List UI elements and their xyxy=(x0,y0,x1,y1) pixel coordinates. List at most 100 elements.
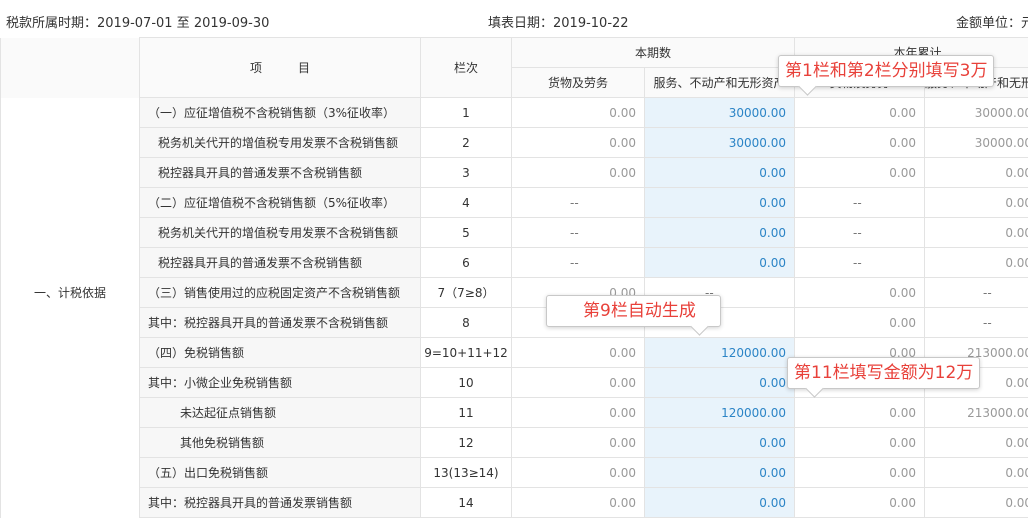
cell-goods-ytd: 0.00 xyxy=(794,127,926,158)
cell-services-ytd: 30000.00 xyxy=(924,127,1028,158)
table-row: 未达起征点销售额 11 0.00 120000.00 0.00 213000.00 xyxy=(0,397,1028,428)
section-cell xyxy=(0,217,140,248)
cell-services[interactable]: 0.00 xyxy=(643,217,796,248)
row-lane: 12 xyxy=(420,427,512,458)
cell-goods: 0.00 xyxy=(511,397,645,428)
row-lane: 8 xyxy=(420,307,512,338)
cell-services-ytd: 0.00 xyxy=(924,487,1028,518)
section-cell xyxy=(0,247,140,278)
table-row: （一）应征增值税不含税销售额（3%征收率） 1 0.00 30000.00 0.00 30… xyxy=(0,97,1028,128)
row-lane: 9=10+11+12 xyxy=(420,337,512,368)
cell-services[interactable]: 30000.00 xyxy=(643,127,796,158)
cell-services-ytd: -- xyxy=(924,307,1028,338)
header-lane: 栏次 xyxy=(420,37,512,98)
cell-services[interactable]: 120000.00 xyxy=(643,337,796,368)
cell-goods-ytd: 0.00 xyxy=(794,427,926,458)
table-row: 税控器具开具的普通发票不含税销售额30.000.000.000.00 xyxy=(0,157,1028,188)
row-item-label: 税控器具开具的普通发票不含税销售额 xyxy=(139,247,421,278)
section-cell xyxy=(0,157,140,188)
row-item-label: 税务机关代开的增值税专用发票不含税销售额 xyxy=(139,217,421,248)
amount-unit: 金额单位：元 xyxy=(956,16,1028,31)
cell-services-ytd: 213000.00 xyxy=(924,397,1028,428)
cell-services-ytd: 0.00 xyxy=(924,157,1028,188)
cell-goods: 0.00 xyxy=(511,337,645,368)
cell-services[interactable]: 0.00 xyxy=(643,487,796,518)
row-lane: 3 xyxy=(420,157,512,188)
cell-services-ytd: 0.00 xyxy=(924,187,1028,218)
cell-services-ytd: 0.00 xyxy=(924,457,1028,488)
cell-goods-ytd: -- xyxy=(794,247,926,278)
row-item-label: （四）免税销售额 xyxy=(139,337,421,368)
cell-goods-ytd: 0.00 xyxy=(794,97,926,128)
section-cell xyxy=(0,97,140,128)
cell-goods: -- xyxy=(511,217,645,248)
section-cell xyxy=(0,427,140,458)
cell-services[interactable]: 120000.00 xyxy=(643,397,796,428)
section-cell xyxy=(0,397,140,428)
callout-line11: 第11栏填写金额为12万 xyxy=(787,357,981,398)
row-item-label: 税务机关代开的增值税专用发票不含税销售额 xyxy=(139,127,421,158)
section-cell xyxy=(0,487,140,518)
cell-services[interactable]: 0.00 xyxy=(643,457,796,488)
cell-goods: 0.00 xyxy=(511,427,645,458)
cell-goods: 0.00 xyxy=(511,127,645,158)
cell-services-ytd: 30000.00 xyxy=(924,97,1028,128)
cell-services-ytd: 0.00 xyxy=(924,217,1028,248)
callout-line1-2: 第1栏和第2栏分别填写3万 xyxy=(778,55,995,96)
cell-goods: -- xyxy=(511,247,645,278)
callout-text: 第1栏和第2栏分别填写3万 xyxy=(785,61,988,81)
row-lane: 7（7≥8） xyxy=(420,277,512,308)
callout-text: 第11栏填写金额为12万 xyxy=(794,363,974,383)
cell-goods-ytd: 0.00 xyxy=(794,457,926,488)
row-item-label: （三）销售使用过的应税固定资产不含税销售额 xyxy=(139,277,421,308)
table-row: 税务机关代开的增值税专用发票不含税销售额5--0.00--0.00 xyxy=(0,217,1028,248)
cell-services-ytd: 0.00 xyxy=(924,247,1028,278)
cell-services[interactable]: 0.00 xyxy=(643,367,796,398)
cell-services[interactable]: 0.00 xyxy=(643,427,796,458)
cell-goods: 0.00 xyxy=(511,457,645,488)
cell-services-ytd: -- xyxy=(924,277,1028,308)
cell-goods: 0.00 xyxy=(511,157,645,188)
table-row: 税务机关代开的增值税专用发票不含税销售额 2 0.00 30000.00 0.00 300… xyxy=(0,127,1028,158)
row-item-label: 其他免税销售额 xyxy=(139,427,421,458)
row-lane: 4 xyxy=(420,187,512,218)
cell-services[interactable]: 0.00 xyxy=(643,187,796,218)
cell-services[interactable]: 0.00 xyxy=(643,247,796,278)
row-lane: 6 xyxy=(420,247,512,278)
header-item: 项 目 xyxy=(139,37,421,98)
header-services: 服务、不动产和无形资产 xyxy=(643,67,796,98)
section-cell xyxy=(0,307,140,338)
cell-goods-ytd: 0.00 xyxy=(794,397,926,428)
cell-services[interactable]: 30000.00 xyxy=(643,97,796,128)
row-item-label: 其中：税控器具开具的普通发票销售额 xyxy=(139,487,421,518)
tax-return-table: 项 目 栏次 本期数 本年累计 货物及劳务 服务、不动产和无形资产 货物及劳务 … xyxy=(0,37,1028,518)
table-row: （二）应征增值税不含税销售额（5%征收率）4--0.00--0.00 xyxy=(0,187,1028,218)
tax-period: 税款所属时期：2019-07-01 至 2019-09-30 xyxy=(6,16,270,31)
section-cell xyxy=(0,187,140,218)
cell-services-ytd: 0.00 xyxy=(924,427,1028,458)
row-item-label: （一）应征增值税不含税销售额（3%征收率） xyxy=(139,97,421,128)
row-item-label: 未达起征点销售额 xyxy=(139,397,421,428)
row-item-label: 其中：税控器具开具的普通发票不含税销售额 xyxy=(139,307,421,338)
header-goods: 货物及劳务 xyxy=(511,67,645,98)
cell-goods-ytd: -- xyxy=(794,217,926,248)
section-cell: 一、计税依据 xyxy=(0,277,140,308)
row-lane: 5 xyxy=(420,217,512,248)
section-cell xyxy=(0,337,140,368)
row-lane: 2 xyxy=(420,127,512,158)
cell-services[interactable]: 0.00 xyxy=(643,157,796,188)
cell-goods: 0.00 xyxy=(511,367,645,398)
header-blank xyxy=(0,37,140,98)
form-info-bar: 税款所属时期：2019-07-01 至 2019-09-30 填表日期：2019… xyxy=(0,0,1028,38)
table-row: 其中：税控器具开具的普通发票不含税销售额80.00--0.00-- xyxy=(0,307,1028,338)
table-row: 其他免税销售额120.000.000.000.00 xyxy=(0,427,1028,458)
row-lane: 1 xyxy=(420,97,512,128)
cell-goods-ytd: 0.00 xyxy=(794,277,926,308)
section-cell xyxy=(0,457,140,488)
row-item-label: 其中：小微企业免税销售额 xyxy=(139,367,421,398)
section-cell xyxy=(0,367,140,398)
table-row: 税控器具开具的普通发票不含税销售额6--0.00--0.00 xyxy=(0,247,1028,278)
section-cell xyxy=(0,127,140,158)
cell-goods-ytd: 0.00 xyxy=(794,157,926,188)
table-row: 其中：税控器具开具的普通发票销售额140.000.000.000.00 xyxy=(0,487,1028,518)
